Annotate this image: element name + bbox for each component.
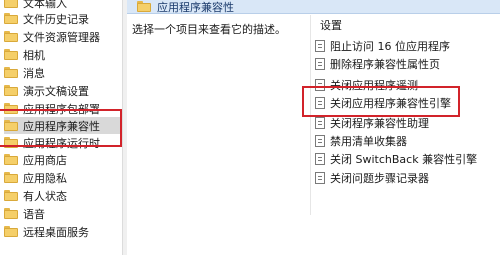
tree-item-label: 演示文稿设置 — [23, 84, 89, 98]
details-pane: 应用程序兼容性 选择一个项目来查看它的描述。 设置 阻止访问 16 位应用程序 … — [127, 0, 500, 255]
setting-item-label: 关闭应用程序兼容性引擎 — [330, 96, 451, 110]
setting-item[interactable]: 阻止访问 16 位应用程序 — [315, 37, 450, 54]
folder-icon — [4, 13, 18, 24]
folder-icon — [4, 49, 18, 60]
description-text: 选择一个项目来查看它的描述。 — [132, 23, 286, 36]
tree-item-app-compatibility[interactable]: 应用程序兼容性 — [4, 117, 122, 134]
tree-item-label: 文件历史记录 — [23, 12, 89, 26]
setting-item-label: 关闭 SwitchBack 兼容性引擎 — [330, 152, 478, 166]
policy-document-icon — [315, 39, 325, 52]
policy-document-icon — [315, 96, 325, 109]
setting-item[interactable]: 删除程序兼容性属性页 — [315, 55, 440, 72]
folder-icon — [4, 31, 18, 42]
tree-item-store[interactable]: 应用商店 — [4, 151, 67, 168]
details-header-title: 应用程序兼容性 — [157, 0, 234, 14]
tree-pane: 文本输入 文件历史记录 文件资源管理器 相机 消息 演示文稿设置 应用程序包部署 — [0, 0, 122, 255]
setting-item-label: 禁用清单收集器 — [330, 134, 407, 148]
tree-item-presentation-settings[interactable]: 演示文稿设置 — [4, 82, 89, 99]
tree-item-label: 应用程序运行时 — [23, 136, 100, 150]
settings-column-header[interactable]: 设置 — [320, 17, 342, 33]
setting-item[interactable]: 关闭程序兼容性助理 — [315, 114, 429, 131]
setting-item[interactable]: 关闭应用程序遥测 — [315, 76, 418, 93]
policy-document-icon — [315, 152, 325, 165]
tree-item-camera[interactable]: 相机 — [4, 46, 45, 63]
setting-item-label: 阻止访问 16 位应用程序 — [330, 39, 450, 53]
tree-item-presence[interactable]: 有人状态 — [4, 187, 67, 204]
details-header: 应用程序兼容性 — [127, 0, 500, 14]
tree-item-label: 远程桌面服务 — [23, 225, 89, 239]
tree-item-label: 相机 — [23, 48, 45, 62]
policy-document-icon — [315, 78, 325, 91]
setting-item-label: 关闭问题步骤记录器 — [330, 171, 429, 185]
tree-item-label: 应用商店 — [23, 153, 67, 167]
folder-icon — [4, 67, 18, 78]
tree-item-label: 有人状态 — [23, 189, 67, 203]
folder-icon — [137, 1, 151, 12]
setting-item[interactable]: 关闭 SwitchBack 兼容性引擎 — [315, 150, 477, 167]
policy-document-icon — [315, 116, 325, 129]
folder-icon — [4, 85, 18, 96]
tree-item-label: 应用程序包部署 — [23, 102, 100, 116]
tree-item-file-history[interactable]: 文件历史记录 — [4, 10, 89, 27]
folder-icon — [4, 172, 18, 183]
policy-document-icon — [315, 57, 325, 70]
setting-item-label: 关闭程序兼容性助理 — [330, 116, 429, 130]
folder-icon — [4, 226, 18, 237]
tree-item-label: 应用隐私 — [23, 171, 67, 185]
setting-item-highlighted[interactable]: 关闭应用程序兼容性引擎 — [315, 94, 451, 111]
folder-icon — [4, 190, 18, 201]
column-divider — [310, 15, 311, 215]
folder-icon — [4, 0, 18, 8]
group-policy-window: 文本输入 文件历史记录 文件资源管理器 相机 消息 演示文稿设置 应用程序包部署 — [0, 0, 500, 255]
policy-document-icon — [315, 134, 325, 147]
tree-item-app-package-deployment[interactable]: 应用程序包部署 — [4, 100, 100, 117]
setting-item-label: 关闭应用程序遥测 — [330, 78, 418, 92]
setting-item-label: 删除程序兼容性属性页 — [330, 57, 440, 71]
tree-item-label: 应用程序兼容性 — [23, 119, 100, 133]
policy-document-icon — [315, 171, 325, 184]
tree-item-speech[interactable]: 语音 — [4, 205, 45, 222]
tree-item-label: 文件资源管理器 — [23, 30, 100, 44]
folder-icon — [4, 103, 18, 114]
setting-item[interactable]: 禁用清单收集器 — [315, 132, 407, 149]
folder-icon — [4, 137, 18, 148]
folder-icon — [4, 208, 18, 219]
tree-item-app-privacy[interactable]: 应用隐私 — [4, 169, 67, 186]
tree-item-file-explorer[interactable]: 文件资源管理器 — [4, 28, 100, 45]
tree-item-label: 消息 — [23, 66, 45, 80]
tree-item-messaging[interactable]: 消息 — [4, 64, 45, 81]
folder-icon — [4, 154, 18, 165]
tree-item-label: 语音 — [23, 207, 45, 221]
tree-item-remote-desktop-services[interactable]: 远程桌面服务 — [4, 223, 89, 240]
folder-icon — [4, 120, 18, 131]
setting-item[interactable]: 关闭问题步骤记录器 — [315, 169, 429, 186]
tree-item-label: 文本输入 — [23, 0, 67, 10]
tree-item-app-runtime[interactable]: 应用程序运行时 — [4, 134, 100, 151]
